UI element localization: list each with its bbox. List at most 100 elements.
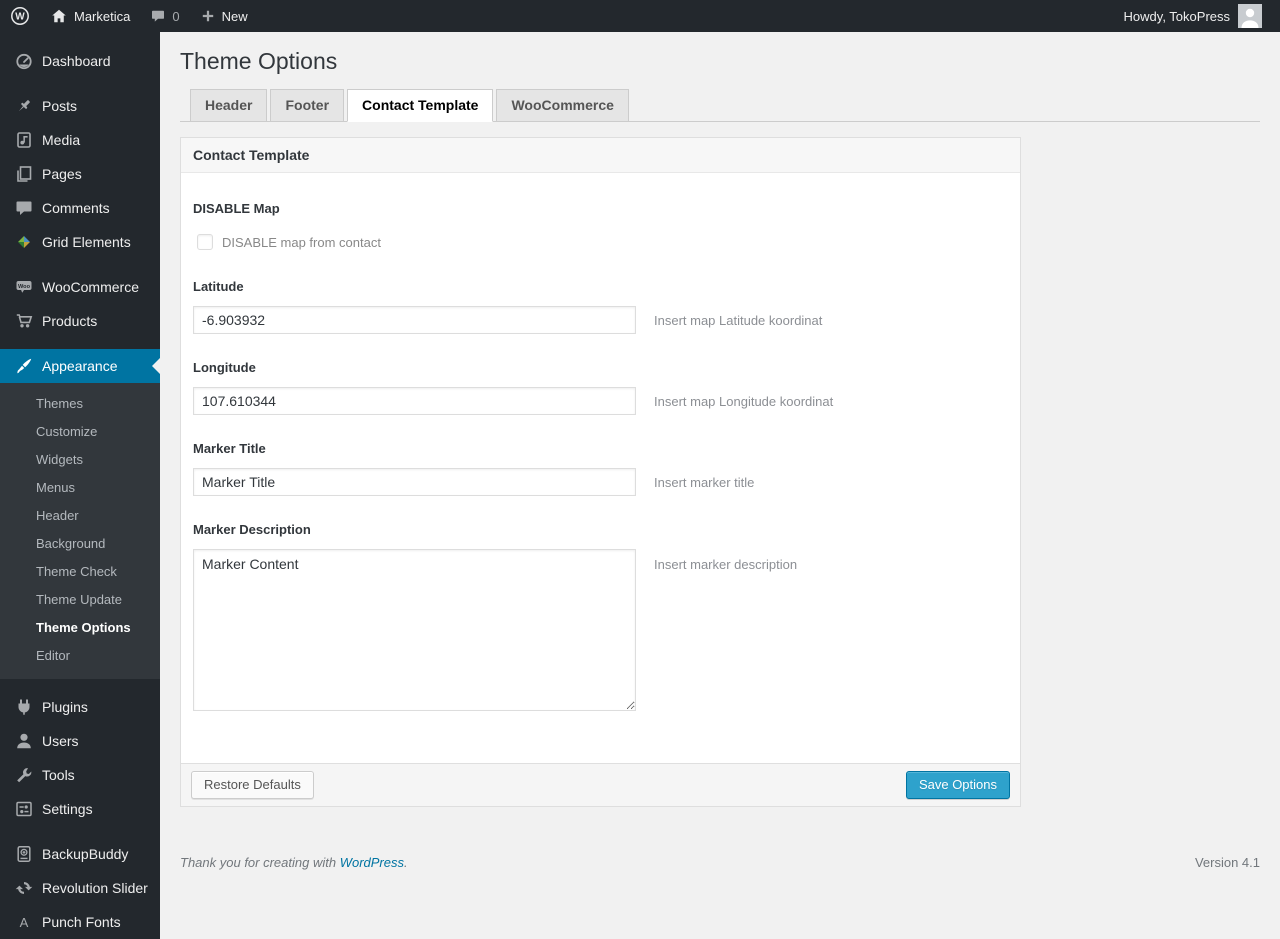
sidebar-item-media[interactable]: Media — [0, 123, 160, 157]
theme-options-tabs: Header Footer Contact Template WooCommerce — [180, 89, 1260, 122]
latitude-input[interactable] — [193, 306, 636, 334]
sidebar-item-products[interactable]: Products — [0, 304, 160, 338]
panel-body: DISABLE Map DISABLE map from contact Lat… — [181, 173, 1020, 763]
sidebar-item-label: Pages — [42, 166, 82, 182]
sidebar-item-settings[interactable]: Settings — [0, 792, 160, 826]
submenu-item-themes[interactable]: Themes — [0, 390, 160, 418]
svg-text:W: W — [15, 12, 25, 23]
wordpress-link[interactable]: WordPress — [340, 855, 404, 870]
sidebar-item-label: Punch Fonts — [42, 914, 121, 930]
marker-title-row: Insert marker title — [193, 468, 1008, 496]
sidebar-item-label: Dashboard — [42, 53, 111, 69]
site-name-menu[interactable]: Marketica — [40, 0, 140, 32]
comments-icon — [14, 198, 34, 218]
svg-text:Woo: Woo — [18, 284, 31, 290]
appearance-submenu: Themes Customize Widgets Menus Header Ba… — [0, 383, 160, 679]
disable-map-checkbox[interactable] — [197, 234, 213, 250]
sidebar-item-comments[interactable]: Comments — [0, 191, 160, 225]
avatar — [1238, 4, 1262, 28]
page-footer: Thank you for creating with WordPress. V… — [180, 855, 1260, 882]
home-icon — [50, 7, 68, 25]
marker-title-help: Insert marker title — [654, 474, 755, 490]
new-label: New — [221, 8, 248, 24]
sidebar-item-label: Grid Elements — [42, 234, 131, 250]
sidebar-item-label: Revolution Slider — [42, 880, 148, 896]
sidebar-item-label: Settings — [42, 801, 93, 817]
tab-woocommerce[interactable]: WooCommerce — [496, 89, 629, 122]
sidebar-item-plugins[interactable]: Plugins — [0, 690, 160, 724]
sidebar-item-dashboard[interactable]: Dashboard — [0, 44, 160, 78]
sidebar-item-revolution-slider[interactable]: Revolution Slider — [0, 871, 160, 905]
sidebar-item-users[interactable]: Users — [0, 724, 160, 758]
submenu-item-theme-options[interactable]: Theme Options — [0, 614, 160, 642]
submenu-item-editor[interactable]: Editor — [0, 642, 160, 670]
comments-menu[interactable]: 0 — [140, 0, 189, 32]
submenu-item-background[interactable]: Background — [0, 530, 160, 558]
disable-map-row: DISABLE map from contact — [193, 231, 1008, 253]
plug-icon — [14, 697, 34, 717]
footer-thanks: Thank you for creating with WordPress. — [180, 855, 408, 870]
submenu-item-theme-check[interactable]: Theme Check — [0, 558, 160, 586]
longitude-input[interactable] — [193, 387, 636, 415]
submenu-item-menus[interactable]: Menus — [0, 474, 160, 502]
sidebar-item-label: Products — [42, 313, 98, 329]
submenu-item-header[interactable]: Header — [0, 502, 160, 530]
site-name: Marketica — [74, 8, 131, 24]
longitude-help: Insert map Longitude koordinat — [654, 393, 834, 409]
sidebar-item-label: Posts — [42, 98, 78, 114]
disable-map-checkbox-label[interactable]: DISABLE map from contact — [222, 235, 381, 250]
sidebar-item-label: WooCommerce — [42, 279, 139, 295]
sidebar-item-label: Appearance — [42, 358, 118, 374]
wordpress-logo-menu[interactable]: W — [0, 0, 40, 32]
tab-footer[interactable]: Footer — [270, 89, 345, 122]
woocommerce-icon: Woo — [14, 277, 34, 297]
sidebar-item-appearance[interactable]: Appearance — [0, 349, 160, 383]
sidebar-item-label: Plugins — [42, 699, 88, 715]
save-options-button[interactable]: Save Options — [905, 771, 1010, 799]
account-menu[interactable]: Howdy, TokoPress — [1108, 0, 1272, 32]
sidebar-item-backupbuddy[interactable]: BackupBuddy — [0, 837, 160, 871]
sidebar-item-punch-fonts[interactable]: A Punch Fonts — [0, 905, 160, 939]
marker-title-input[interactable] — [193, 468, 636, 496]
sidebar-item-tools[interactable]: Tools — [0, 758, 160, 792]
sidebar-item-grid-elements[interactable]: Grid Elements — [0, 225, 160, 259]
page-title: Theme Options — [180, 48, 338, 74]
submenu-item-widgets[interactable]: Widgets — [0, 446, 160, 474]
tab-contact-template[interactable]: Contact Template — [347, 89, 494, 122]
submenu-item-customize[interactable]: Customize — [0, 418, 160, 446]
sidebar-item-label: Tools — [42, 767, 75, 783]
sidebar-item-pages[interactable]: Pages — [0, 157, 160, 191]
user-icon — [14, 731, 34, 751]
sidebar-item-label: Users — [42, 733, 79, 749]
media-icon — [14, 130, 34, 150]
disable-map-label: DISABLE Map — [193, 201, 280, 216]
settings-icon — [14, 799, 34, 819]
submenu-item-theme-update[interactable]: Theme Update — [0, 586, 160, 614]
marker-description-row: Marker Content Insert marker description — [193, 549, 1008, 711]
footer-period: . — [404, 855, 408, 870]
comment-count: 0 — [172, 8, 180, 24]
sidebar-item-woocommerce[interactable]: Woo WooCommerce — [0, 270, 160, 304]
tab-header[interactable]: Header — [190, 89, 268, 122]
latitude-label: Latitude — [193, 279, 244, 294]
dashboard-icon — [14, 51, 34, 71]
sidebar-item-posts[interactable]: Posts — [0, 89, 160, 123]
contact-template-panel: Contact Template DISABLE Map DISABLE map… — [180, 137, 1021, 807]
sidebar-item-label: Comments — [42, 200, 110, 216]
backupbuddy-icon — [14, 844, 34, 864]
version-text: Version 4.1 — [1194, 855, 1260, 870]
sidebar-item-label: Media — [42, 132, 81, 148]
grid-elements-icon — [14, 232, 34, 252]
marker-description-textarea[interactable]: Marker Content — [193, 549, 636, 711]
admin-menu: Dashboard Posts Media Pages Comments Gri… — [0, 32, 160, 939]
longitude-row: Insert map Longitude koordinat — [193, 387, 1008, 415]
letter-a-icon: A — [14, 912, 34, 932]
plus-icon — [200, 8, 216, 24]
panel-footer: Restore Defaults Save Options — [181, 763, 1020, 806]
wordpress-logo-icon: W — [10, 6, 30, 26]
latitude-row: Insert map Latitude koordinat — [193, 306, 1008, 334]
new-content-menu[interactable]: New — [190, 0, 258, 32]
restore-defaults-button[interactable]: Restore Defaults — [191, 771, 314, 799]
refresh-arrows-icon — [14, 878, 34, 898]
panel-title: Contact Template — [181, 138, 1020, 173]
